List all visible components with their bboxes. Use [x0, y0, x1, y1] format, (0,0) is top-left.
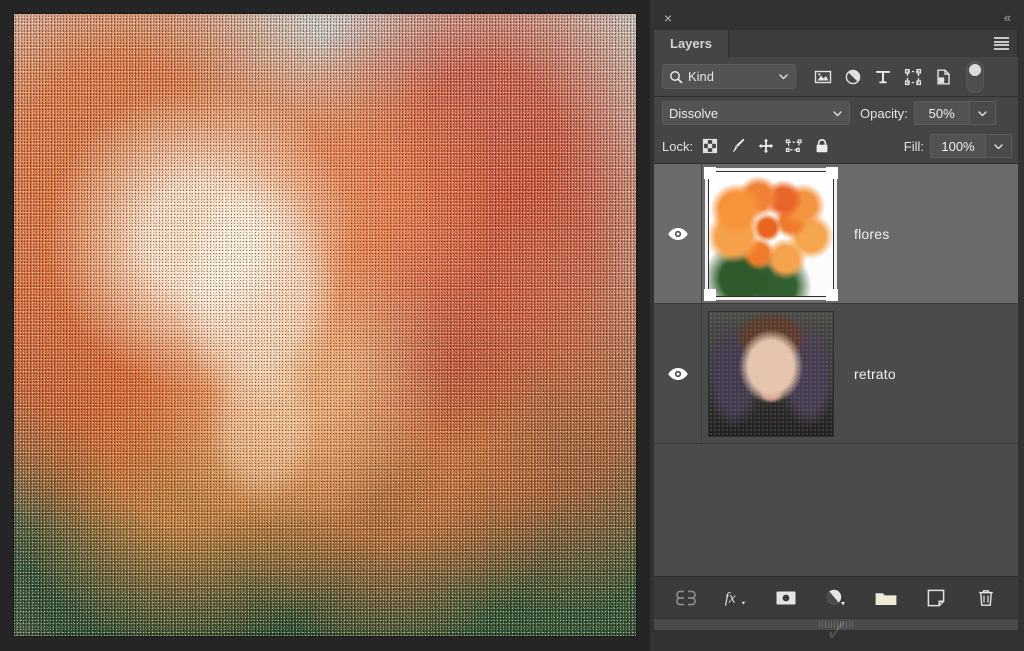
search-icon: [669, 70, 683, 84]
opacity-input[interactable]: 50%: [913, 101, 970, 125]
pixel-layer-filter-icon[interactable]: [808, 63, 838, 91]
new-group-icon[interactable]: [874, 586, 898, 610]
fill-input[interactable]: 100%: [930, 134, 986, 158]
filter-kind-label: Kind: [688, 69, 715, 84]
grip-lines: [819, 621, 853, 628]
layer-visibility-toggle[interactable]: [654, 164, 702, 303]
transform-corner-handle: [704, 166, 716, 179]
adjustment-layer-filter-icon[interactable]: [838, 63, 868, 91]
layer-name-label[interactable]: flores: [854, 226, 889, 242]
add-layer-mask-icon[interactable]: [774, 586, 798, 610]
opacity-stepper[interactable]: [969, 101, 996, 125]
lock-transparent-pixels-icon[interactable]: [701, 137, 719, 155]
delete-layer-icon[interactable]: [974, 586, 998, 610]
svg-text:fx: fx: [725, 590, 736, 606]
lock-fill-row: Lock: Fill: 100%: [654, 129, 1018, 163]
blend-opacity-row: Dissolve Opacity: 50%: [654, 97, 1018, 129]
layers-panel-inner: × « Layers Kind Dissolve Opacity: 50% Lo…: [654, 7, 1018, 630]
filter-enable-toggle[interactable]: [966, 60, 984, 93]
document-canvas[interactable]: [13, 13, 637, 637]
chevron-down-icon: [778, 71, 789, 82]
transform-corner-handle: [826, 166, 838, 179]
collapse-to-icons-icon[interactable]: «: [1004, 11, 1011, 25]
layers-panel: × « Layers Kind Dissolve Opacity: 50% Lo…: [650, 0, 1024, 651]
layers-panel-toolbar: fx: [654, 576, 1018, 618]
layer-thumbnail-wrap[interactable]: [708, 310, 834, 437]
panel-titlebar: × «: [654, 7, 1018, 30]
tabstrip-filler: [728, 30, 1018, 57]
flores-thumbnail-art: [709, 171, 833, 296]
lock-all-icon[interactable]: [813, 137, 831, 155]
layer-name-label[interactable]: retrato: [854, 366, 896, 382]
layer-thumbnail-wrap[interactable]: [704, 166, 838, 301]
toggle-knob: [969, 63, 981, 76]
layer-thumbnail[interactable]: [705, 167, 837, 300]
chevron-down-icon: [832, 108, 843, 119]
layer-thumbnail[interactable]: [708, 310, 834, 437]
transform-corner-handle: [826, 288, 838, 301]
shape-layer-filter-icon[interactable]: [898, 63, 928, 91]
type-layer-filter-icon[interactable]: [868, 63, 898, 91]
blend-mode-value: Dissolve: [669, 105, 719, 121]
lock-position-icon[interactable]: [757, 137, 775, 155]
retrato-thumbnail-texture: [709, 311, 833, 436]
opacity-label: Opacity:: [860, 105, 908, 121]
close-icon[interactable]: ×: [661, 11, 675, 25]
canvas-area: [0, 0, 650, 651]
layer-visibility-toggle[interactable]: [654, 304, 702, 443]
transform-corner-handle: [704, 288, 716, 301]
filter-kind-select[interactable]: Kind: [662, 64, 796, 89]
artwork-stack: [13, 13, 637, 637]
panel-tabstrip: Layers: [654, 30, 1018, 57]
lock-artboard-nesting-icon[interactable]: [785, 137, 803, 155]
panel-resize-grip[interactable]: [654, 618, 1018, 630]
new-adjustment-layer-icon[interactable]: [824, 586, 848, 610]
lock-image-pixels-icon[interactable]: [729, 137, 747, 155]
table-row[interactable]: flores: [654, 164, 1018, 304]
layer-style-fx-icon[interactable]: fx: [724, 586, 748, 610]
blend-mode-select[interactable]: Dissolve: [662, 101, 850, 125]
filter-type-icons: [808, 63, 958, 91]
fill-label: Fill:: [903, 138, 924, 154]
photoshop-window: × « Layers Kind Dissolve Opacity: 50% Lo…: [0, 0, 1024, 651]
lock-icon-group: [701, 137, 831, 155]
link-layers-icon[interactable]: [674, 586, 698, 610]
smart-object-filter-icon[interactable]: [928, 63, 958, 91]
layer-list[interactable]: flores retrato: [654, 163, 1018, 576]
new-layer-icon[interactable]: [924, 586, 948, 610]
eye-icon: [667, 227, 688, 240]
table-row[interactable]: retrato: [654, 304, 1018, 444]
eye-icon: [667, 367, 688, 380]
layer-filter-row: Kind: [654, 57, 1018, 97]
lock-label: Lock:: [662, 138, 694, 154]
panel-menu-icon[interactable]: [994, 37, 1009, 50]
tab-layers[interactable]: Layers: [654, 30, 729, 57]
dissolve-edge-grain: [13, 13, 637, 637]
fill-stepper[interactable]: [986, 134, 1012, 158]
